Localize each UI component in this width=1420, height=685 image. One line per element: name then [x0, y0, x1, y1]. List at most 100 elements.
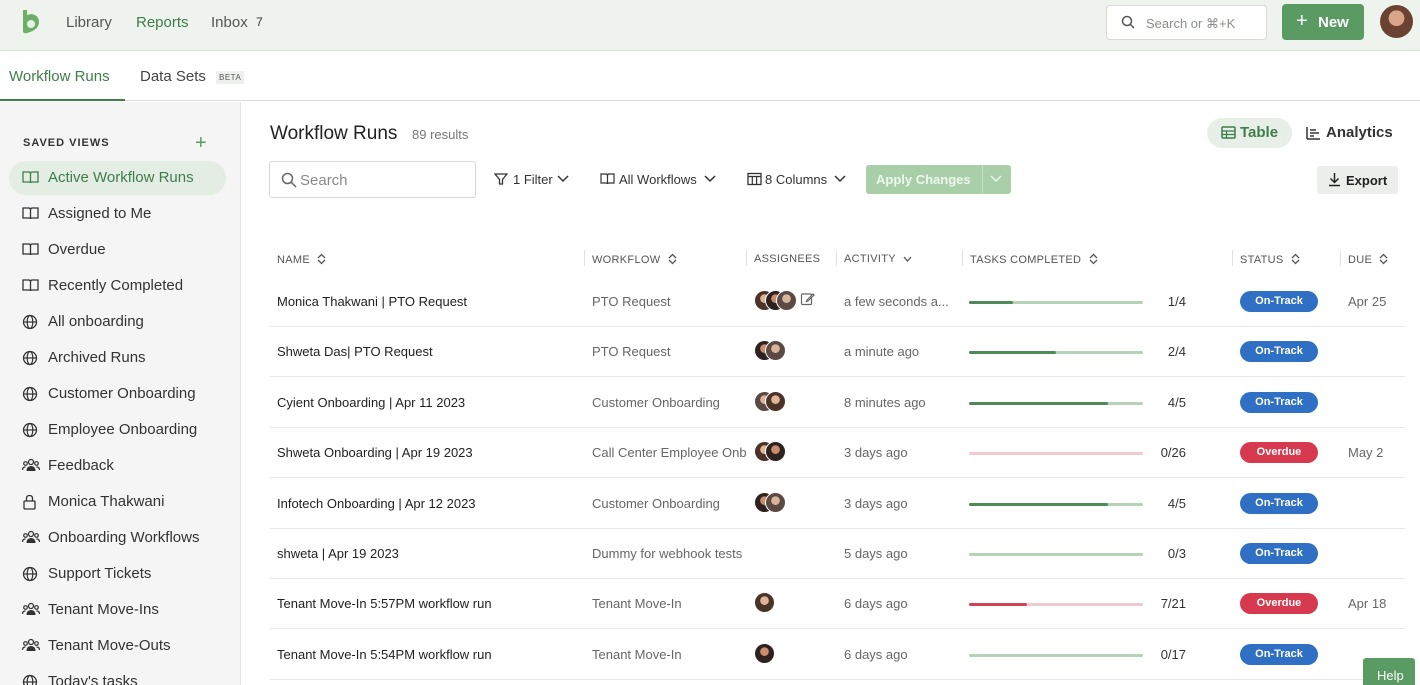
assignee-avatar[interactable] [765, 441, 786, 463]
assignee-avatar[interactable] [765, 340, 786, 362]
export-button[interactable]: Export [1317, 166, 1398, 194]
sidebar-item-label: Employee Onboarding [48, 421, 198, 438]
workflow-name[interactable]: Call Center Employee Onb [592, 445, 748, 460]
sidebar-item-overdue[interactable]: Overdue [9, 233, 226, 267]
col-header-status[interactable]: STATUS [1240, 253, 1300, 266]
col-header-due[interactable]: DUE [1348, 253, 1388, 266]
apply-changes-button[interactable]: Apply Changes [866, 165, 1011, 194]
new-button[interactable]: + New [1282, 4, 1364, 40]
tab-workflow-runs[interactable]: Workflow Runs [9, 68, 110, 85]
team-icon [21, 638, 41, 654]
workflow-name[interactable]: Dummy for webhook tests [592, 546, 748, 561]
sidebar-item-tenant-move-ins[interactable]: Tenant Move-Ins [9, 593, 226, 627]
tasks-progress-bar [969, 351, 1143, 355]
sidebar-item-assigned-to-me[interactable]: Assigned to Me [9, 197, 226, 231]
table-row[interactable]: Shweta Onboarding | Apr 19 2023 Call Cent… [270, 428, 1405, 479]
workflow-name[interactable]: PTO Request [592, 294, 748, 309]
all-workflows-label: All Workflows [619, 172, 697, 187]
globe-icon [22, 350, 40, 366]
assignee-avatar[interactable] [754, 642, 775, 664]
chevron-down-icon[interactable] [990, 173, 1002, 183]
status-badge: On-Track [1240, 643, 1318, 665]
workflow-name[interactable]: Tenant Move-In [592, 596, 748, 611]
assignee-avatar[interactable] [765, 390, 786, 412]
table-view-toggle[interactable]: Table [1207, 118, 1292, 148]
workflow-name[interactable]: Tenant Move-In [592, 647, 748, 662]
run-name[interactable]: Shweta Onboarding | Apr 19 2023 [277, 445, 582, 460]
table-row[interactable]: shweta | Apr 19 2023 Dummy for webhook te… [270, 529, 1405, 579]
assignee-avatar[interactable] [754, 592, 775, 614]
workflow-name[interactable]: PTO Request [592, 344, 748, 359]
edit-icon[interactable] [800, 291, 815, 306]
nav-reports[interactable]: Reports [136, 14, 189, 31]
table-row[interactable]: Infotech Onboarding | Apr 12 2023 Custome… [270, 479, 1405, 529]
global-search-input[interactable]: Search or ⌘+K [1106, 5, 1267, 40]
user-avatar[interactable] [1380, 5, 1413, 38]
help-label: Help [1377, 668, 1404, 683]
book-icon [22, 206, 40, 222]
sidebar-item-recently-completed[interactable]: Recently Completed [9, 269, 226, 303]
run-name[interactable]: Shweta Das| PTO Request [277, 344, 582, 359]
sidebar-item-today-s-tasks[interactable]: Today's tasks [9, 665, 226, 685]
logo-icon[interactable] [20, 9, 42, 35]
chevron-down-icon [704, 175, 716, 183]
activity-time: 6 days ago [844, 646, 908, 662]
sidebar-item-onboarding-workflows[interactable]: Onboarding Workflows [9, 521, 226, 555]
table-row[interactable]: Tenant Move-In 5:54PM workflow run Tenant… [270, 630, 1405, 680]
col-header-name-label: NAME [277, 254, 310, 266]
analytics-view-toggle[interactable]: Analytics [1303, 118, 1403, 148]
filter-button[interactable]: 1 Filter [494, 171, 572, 189]
table-row[interactable]: Shweta Das| PTO Request PTO Request a minu… [270, 327, 1405, 378]
help-button[interactable]: Help [1363, 658, 1415, 685]
tab-data-sets[interactable]: Data Sets [140, 68, 206, 85]
sort-icon [1089, 253, 1098, 265]
sidebar-item-employee-onboarding[interactable]: Employee Onboarding [9, 413, 226, 447]
add-view-button[interactable]: + [195, 132, 207, 155]
sidebar-item-monica-thakwani[interactable]: Monica Thakwani [9, 485, 226, 519]
sidebar-item-tenant-move-outs[interactable]: Tenant Move-Outs [9, 629, 226, 663]
sidebar-item-active-workflow-runs[interactable]: Active Workflow Runs [9, 161, 226, 195]
sidebar-item-label: Overdue [48, 241, 106, 258]
run-name[interactable]: Cyient Onboarding | Apr 11 2023 [277, 395, 582, 410]
run-name[interactable]: Tenant Move-In 5:54PM workflow run [277, 647, 582, 662]
table-row[interactable]: Tenant Move-In 5:57PM workflow run Tenant… [270, 579, 1405, 630]
sidebar-item-customer-onboarding[interactable]: Customer Onboarding [9, 377, 226, 411]
table-row[interactable]: Cyient Onboarding | Apr 11 2023 Customer … [270, 378, 1405, 428]
assignee-avatar[interactable] [776, 290, 797, 311]
tasks-ratio: 4/5 [1167, 495, 1186, 511]
run-name[interactable]: Monica Thakwani | PTO Request [277, 294, 582, 309]
col-header-tasks[interactable]: TASKS COMPLETED [970, 253, 1098, 266]
columns-dropdown[interactable]: 8 Columns [747, 171, 847, 189]
sidebar-item-all-onboarding[interactable]: All onboarding [9, 305, 226, 339]
nav-inbox[interactable]: Inbox [211, 14, 248, 31]
tasks-progress-bar [969, 401, 1143, 405]
col-header-assignees[interactable]: ASSIGNEES [754, 253, 820, 265]
run-name[interactable]: shweta | Apr 19 2023 [277, 546, 582, 561]
col-header-activity[interactable]: ACTIVITY [844, 253, 912, 265]
sidebar-item-archived-runs[interactable]: Archived Runs [9, 341, 226, 375]
all-workflows-dropdown[interactable]: All Workflows [600, 171, 718, 189]
bar-chart-icon [1306, 127, 1320, 140]
globe-icon [22, 674, 40, 685]
activity-time: a few seconds a... [844, 294, 949, 309]
assignee-avatar[interactable] [765, 491, 786, 513]
col-header-activity-label: ACTIVITY [844, 253, 896, 265]
col-header-due-label: DUE [1348, 254, 1373, 266]
col-header-name[interactable]: NAME [277, 253, 326, 266]
table-row[interactable]: Monica Thakwani | PTO Request PTO Request… [270, 277, 1405, 327]
nav-library[interactable]: Library [66, 14, 112, 31]
due-date: May 2 [1348, 445, 1384, 461]
sidebar-item-support-tickets[interactable]: Support Tickets [9, 557, 226, 591]
workflow-name[interactable]: Customer Onboarding [592, 496, 748, 511]
col-divider [584, 250, 585, 266]
workflow-name[interactable]: Customer Onboarding [592, 395, 748, 410]
run-name[interactable]: Tenant Move-In 5:57PM workflow run [277, 596, 582, 611]
tasks-ratio: 7/21 [1160, 596, 1186, 612]
col-divider [836, 250, 837, 266]
sidebar-item-feedback[interactable]: Feedback [9, 449, 226, 483]
run-name[interactable]: Infotech Onboarding | Apr 12 2023 [277, 496, 582, 511]
runs-search-input[interactable]: Search [269, 161, 476, 198]
col-divider [962, 250, 963, 266]
col-header-workflow[interactable]: WORKFLOW [592, 253, 677, 266]
search-icon [281, 172, 297, 188]
